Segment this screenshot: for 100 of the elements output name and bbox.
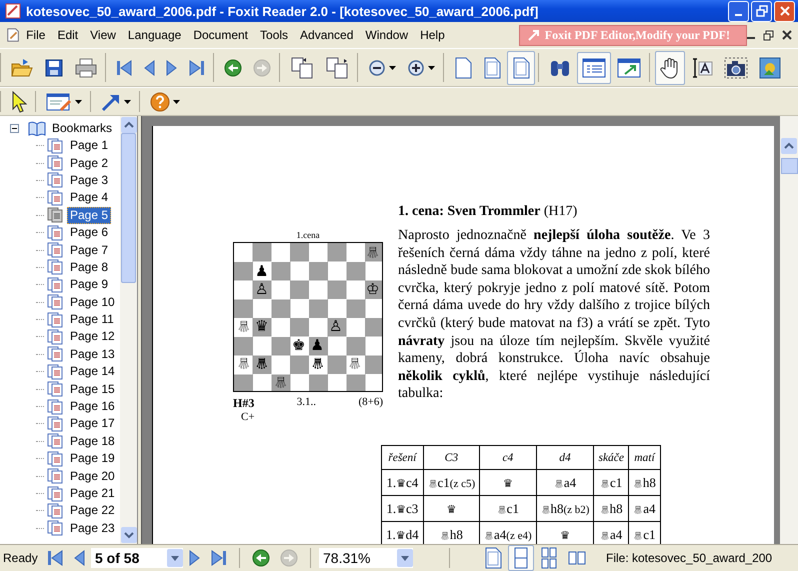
tree-item[interactable]: Page 21 xyxy=(67,485,118,502)
column-header: d4 xyxy=(536,446,594,470)
chess-piece: ♕ xyxy=(348,354,361,372)
bookmarks-panel-button[interactable] xyxy=(577,52,611,84)
caret-icon xyxy=(75,100,82,104)
panel-icon xyxy=(582,58,606,78)
table-cell: ♕ a4 xyxy=(628,496,660,522)
tree-item[interactable]: Page 15 xyxy=(67,380,118,398)
close-button[interactable] xyxy=(774,0,795,22)
triangle-left-icon xyxy=(143,58,155,76)
table-cell: ♕ h8 xyxy=(594,496,629,522)
book-icon xyxy=(28,120,46,136)
tree-item[interactable]: Page 17 xyxy=(67,415,118,432)
page-icon xyxy=(47,450,64,467)
page-icon xyxy=(47,502,64,519)
tree-item[interactable]: Page 20 xyxy=(67,468,118,485)
tree-item[interactable]: Page 10 xyxy=(67,294,118,311)
menu-item[interactable]: Edit xyxy=(51,28,84,42)
pages-icon xyxy=(512,547,530,569)
help-icon xyxy=(150,92,170,112)
tree-item[interactable]: Page 2 xyxy=(67,154,112,172)
grid-icon xyxy=(540,547,558,569)
menu-item[interactable]: Tools xyxy=(254,28,294,42)
tree-item[interactable]: Page 14 xyxy=(67,363,118,380)
page-icon xyxy=(47,520,64,536)
tree-item[interactable]: Page 18 xyxy=(67,432,118,450)
table-cell: ♕ a4 xyxy=(536,470,594,496)
triangle-left-icon xyxy=(73,549,85,567)
chess-piece: ♟ xyxy=(310,336,324,354)
menu-item[interactable]: Document xyxy=(187,28,254,42)
tree-item[interactable]: Page 6 xyxy=(67,224,112,242)
page-icon xyxy=(47,242,64,258)
caret-icon xyxy=(389,66,396,70)
table-cell: ♕ c1(z c5) xyxy=(423,470,480,496)
chess-piece: ♚ xyxy=(292,336,306,354)
tree-item[interactable]: Page 1 xyxy=(67,137,112,154)
table-cell: ♕ c1 xyxy=(594,470,629,496)
close-icon[interactable] xyxy=(782,30,792,40)
skip-forward-icon xyxy=(211,549,227,567)
scroll-up-icon[interactable] xyxy=(781,138,797,154)
restore-button[interactable] xyxy=(751,0,772,22)
tree-item[interactable]: Page 3 xyxy=(67,172,112,189)
tree-item[interactable]: Page 12 xyxy=(67,328,118,346)
page-icon xyxy=(47,224,64,241)
page-icon xyxy=(47,398,64,415)
dropdown-button[interactable] xyxy=(397,549,413,567)
scroll-down-icon[interactable] xyxy=(120,527,136,543)
menu-item[interactable]: Advanced xyxy=(294,28,360,42)
arrow-icon xyxy=(528,29,540,41)
scroll-thumb[interactable] xyxy=(780,158,798,174)
dropdown-button[interactable] xyxy=(167,549,183,567)
restore-icon xyxy=(756,5,768,17)
zoom-field[interactable]: 78.31% xyxy=(319,548,413,568)
tree-item[interactable]: Page 13 xyxy=(67,346,118,363)
table-cell: ♕ c1 xyxy=(480,496,536,522)
menu-item[interactable]: File xyxy=(20,28,52,42)
page-icon xyxy=(47,294,64,310)
zoom-out-icon xyxy=(368,58,386,76)
scrollbar[interactable] xyxy=(780,116,798,544)
column-header: skáče xyxy=(594,446,629,470)
diagram-caption: 1.cena xyxy=(295,230,321,240)
tree-item[interactable]: Page 8 xyxy=(67,258,112,276)
restore-icon[interactable] xyxy=(763,30,774,40)
collapse-toggle[interactable] xyxy=(10,124,19,132)
tree-item[interactable]: Page 9 xyxy=(67,276,112,294)
scroll-thumb[interactable] xyxy=(121,133,136,283)
tree-item[interactable]: Page 11 xyxy=(67,311,117,328)
tree-item[interactable]: Page 22 xyxy=(67,502,118,520)
tree-item[interactable]: Page 19 xyxy=(67,450,118,468)
paragraph: Naprosto jednoznačně nejlepší úloha soutěže. Ve 3 řešeních černá dáma vždy táhne na jedno z polí, které následně bude sama blokovat a umožní zde skok bílého cvrčka, který pokryje jedno z polí matové sítě. Potom černá dáma uvede do hry vždy dalšího z trojice bílých cvrčků (který bude matovat na f3) a vrátí se zpět. Tyto návraty jsou na úloze tím nejlepším. Skvěle využité kameny, dobrá konstrukce. Úloha navíc obsahuje několik cyklů, které nejlépe vystihuje následující tabulka: xyxy=(398,227,710,403)
page-icon xyxy=(47,364,64,380)
tree-item[interactable]: Page 16 xyxy=(67,398,118,416)
hand-icon xyxy=(660,56,680,78)
tree-item[interactable]: Page 23 xyxy=(67,520,118,537)
chess-piece: ♛ xyxy=(310,354,324,372)
chess-piece: ♟ xyxy=(255,262,268,280)
menu-item[interactable]: Window xyxy=(359,28,414,42)
skip-back-icon xyxy=(47,549,63,567)
tree-item[interactable]: Page 5 xyxy=(67,206,112,224)
scrollbar[interactable] xyxy=(120,116,137,544)
continuous-button[interactable] xyxy=(508,545,534,571)
menu-item[interactable]: Language xyxy=(122,28,188,42)
tree-item[interactable]: Page 7 xyxy=(67,242,112,259)
hand-tool-button[interactable] xyxy=(655,50,685,84)
fit-width-button[interactable] xyxy=(507,50,535,84)
tree-item[interactable]: Page 4 xyxy=(67,189,112,206)
scroll-up-icon[interactable] xyxy=(120,117,136,133)
menu-item[interactable]: Help xyxy=(414,28,451,42)
menu-item[interactable]: View xyxy=(84,28,122,42)
page-icon xyxy=(47,155,64,172)
stipulation: H#3 xyxy=(233,396,254,411)
minimize-button[interactable] xyxy=(728,0,749,22)
text-cursor-icon xyxy=(691,56,713,78)
page-icon xyxy=(47,381,64,398)
page-field[interactable]: 5 of 58 xyxy=(91,548,183,568)
page-icon xyxy=(47,259,64,276)
tree-item[interactable]: Bookmarks xyxy=(49,120,116,136)
page-icon xyxy=(47,312,64,328)
condition-note: C+ xyxy=(240,411,256,423)
window-title: kotesovec_50_award_2006.pdf - Foxit Reader 2.0 - [kotesovec_50_award_2006.pdf] xyxy=(26,4,538,18)
